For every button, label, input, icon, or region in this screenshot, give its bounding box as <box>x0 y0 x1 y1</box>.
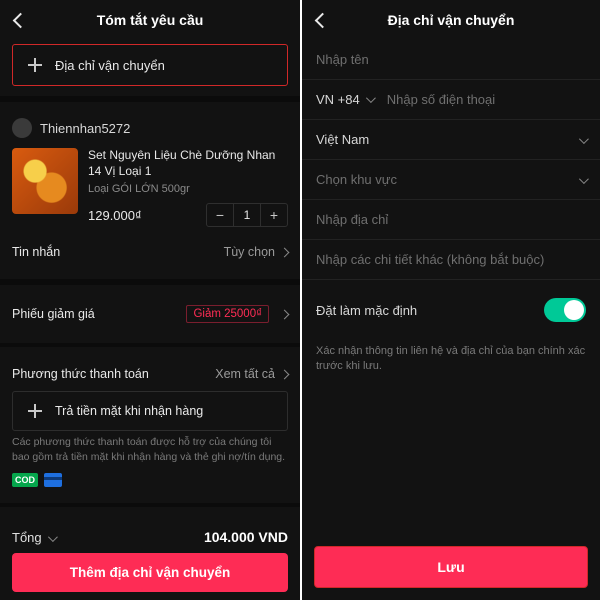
payment-note: Các phương thức thanh toán được hỗ trợ c… <box>0 431 300 472</box>
qty-plus-button[interactable]: + <box>261 204 287 226</box>
footer: Tổng 104.000 VND Thêm địa chỉ vận chuyển <box>0 521 300 600</box>
product-row: Set Nguyên Liệu Chè Dưỡng Nhan 14 Vị Loạ… <box>0 140 300 235</box>
country-field[interactable]: Việt Nam <box>302 120 600 160</box>
cod-option[interactable]: Trả tiền mặt khi nhận hàng <box>12 391 288 431</box>
payment-label: Phương thức thanh toán <box>12 367 149 381</box>
detail-placeholder: Nhập các chi tiết khác (không bắt buộc) <box>316 252 544 267</box>
cod-badge-icon: COD <box>12 473 38 487</box>
total-amount: 104.000 VND <box>204 529 288 545</box>
product-variant: Loại GÓI LỚN 500gr <box>88 183 288 195</box>
region-placeholder: Chọn khu vực <box>316 172 397 187</box>
header: Địa chỉ vận chuyển <box>302 0 600 40</box>
message-row[interactable]: Tin nhắn Tùy chọn <box>0 235 300 269</box>
product-name: Set Nguyên Liệu Chè Dưỡng Nhan 14 Vị Loạ… <box>88 148 288 179</box>
region-field[interactable]: Chọn khu vực <box>302 160 600 200</box>
screen-shipping-address: Địa chỉ vận chuyển Nhập tên VN +84 Nhập … <box>300 0 600 600</box>
payment-header-row[interactable]: Phương thức thanh toán Xem tất cả <box>0 357 300 391</box>
country-code-picker[interactable]: VN +84 <box>316 92 373 107</box>
address-field[interactable]: Nhập địa chỉ <box>302 200 600 240</box>
add-address-card[interactable]: Địa chỉ vận chuyển <box>12 44 288 86</box>
page-title: Địa chỉ vận chuyển <box>388 12 515 28</box>
name-field[interactable]: Nhập tên <box>302 40 600 80</box>
save-button[interactable]: Lưu <box>314 546 588 588</box>
seller-name: Thiennhan5272 <box>40 121 130 136</box>
chevron-right-icon <box>275 307 288 321</box>
detail-field[interactable]: Nhập các chi tiết khác (không bắt buộc) <box>302 240 600 280</box>
chevron-down-icon <box>573 172 586 187</box>
voucher-badge: Giảm 25000₫ <box>186 305 269 323</box>
chevron-down-icon <box>573 132 586 147</box>
quantity-stepper: − 1 + <box>206 203 288 227</box>
total-label[interactable]: Tổng <box>12 530 55 545</box>
footer: Lưu <box>302 536 600 600</box>
default-toggle[interactable] <box>544 298 586 322</box>
header: Tóm tắt yêu cầu <box>0 0 300 40</box>
phone-placeholder: Nhập số điện thoại <box>387 92 495 107</box>
screen-order-summary: Tóm tắt yêu cầu Địa chỉ vận chuyển Thien… <box>0 0 300 600</box>
card-badge-icon <box>44 473 62 487</box>
default-toggle-row: Đặt làm mặc định <box>302 280 600 334</box>
message-label: Tin nhắn <box>12 245 60 259</box>
message-action: Tùy chọn <box>224 245 288 259</box>
voucher-row[interactable]: Phiếu giảm giá Giảm 25000₫ <box>0 295 300 333</box>
product-image[interactable] <box>12 148 78 214</box>
payment-action: Xem tất cả <box>215 367 288 381</box>
seller-row[interactable]: Thiennhan5272 <box>0 112 300 140</box>
avatar <box>12 118 32 138</box>
voucher-label: Phiếu giảm giá <box>12 307 95 321</box>
cod-label: Trả tiền mặt khi nhận hàng <box>55 404 203 418</box>
qty-minus-button[interactable]: − <box>207 204 233 226</box>
country-value: Việt Nam <box>316 132 369 147</box>
plus-icon <box>27 57 43 73</box>
phone-field[interactable]: VN +84 Nhập số điện thoại <box>302 80 600 120</box>
back-icon[interactable] <box>8 8 32 32</box>
qty-value: 1 <box>233 204 261 226</box>
name-placeholder: Nhập tên <box>316 52 369 67</box>
page-title: Tóm tắt yêu cầu <box>97 12 204 28</box>
product-price: 129.000₫ <box>88 208 142 223</box>
address-placeholder: Nhập địa chỉ <box>316 212 388 227</box>
confirm-note: Xác nhận thông tin liên hệ và địa chỉ củ… <box>302 334 600 385</box>
add-address-label: Địa chỉ vận chuyển <box>55 58 165 73</box>
add-address-button[interactable]: Thêm địa chỉ vận chuyển <box>12 553 288 592</box>
plus-icon <box>27 403 43 419</box>
back-icon[interactable] <box>310 8 334 32</box>
default-label: Đặt làm mặc định <box>316 303 417 318</box>
